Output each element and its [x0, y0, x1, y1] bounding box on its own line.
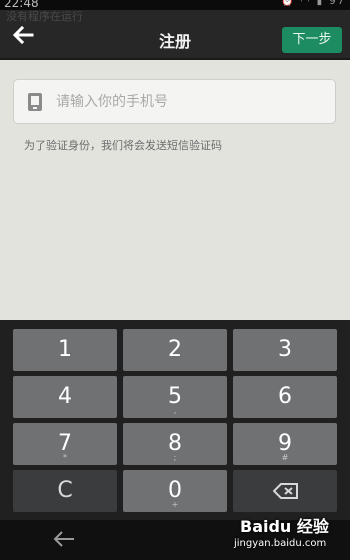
watermark-logo: Baidu 经验	[240, 517, 329, 536]
key-sublabel: #	[281, 453, 289, 462]
battery-level: 97	[329, 0, 346, 7]
numeric-keypad: 1 2 3 4 5 , 6 7 * 8 ; 9 # C 0 +	[0, 320, 350, 520]
key-1[interactable]: 1	[13, 329, 117, 371]
key-9[interactable]: 9 #	[233, 423, 337, 465]
nav-back-icon[interactable]	[52, 529, 76, 549]
signal-icon: ▮	[316, 0, 325, 7]
notification-ghost-text: 没有程序在运行	[6, 10, 83, 23]
phone-input[interactable]	[56, 90, 326, 114]
key-3[interactable]: 3	[233, 329, 337, 371]
backspace-key[interactable]	[233, 470, 337, 512]
key-label: 2	[168, 337, 182, 362]
key-label: 1	[58, 337, 72, 362]
key-8[interactable]: 8 ;	[123, 423, 227, 465]
key-sublabel: ;	[173, 453, 177, 462]
key-6[interactable]: 6	[233, 376, 337, 418]
wifi-icon: ◠	[300, 0, 312, 7]
verification-hint: 为了验证身份，我们将会发送短信验证码	[24, 139, 222, 152]
key-5[interactable]: 5 ,	[123, 376, 227, 418]
key-label: 4	[58, 384, 72, 409]
key-sublabel: +	[171, 500, 179, 509]
backspace-icon	[273, 483, 298, 499]
key-label: 6	[278, 384, 292, 409]
key-sublabel: *	[63, 453, 67, 462]
next-button[interactable]: 下一步	[282, 27, 342, 53]
key-2[interactable]: 2	[123, 329, 227, 371]
key-0[interactable]: 0 +	[123, 470, 227, 512]
key-sublabel: ,	[173, 406, 177, 415]
watermark-url: jingyan.baidu.com	[234, 538, 327, 549]
alarm-icon: ⏰	[281, 0, 296, 7]
key-7[interactable]: 7 *	[13, 423, 117, 465]
phone-icon	[28, 93, 42, 111]
key-label: 3	[278, 337, 292, 362]
clear-key[interactable]: C	[13, 470, 117, 512]
status-icons: ⏰ ◠ ▮ 97	[281, 0, 346, 7]
key-label: C	[57, 478, 73, 503]
phone-field[interactable]	[13, 79, 336, 124]
title-bar: 没有程序在运行 注册 下一步	[0, 10, 350, 60]
key-4[interactable]: 4	[13, 376, 117, 418]
